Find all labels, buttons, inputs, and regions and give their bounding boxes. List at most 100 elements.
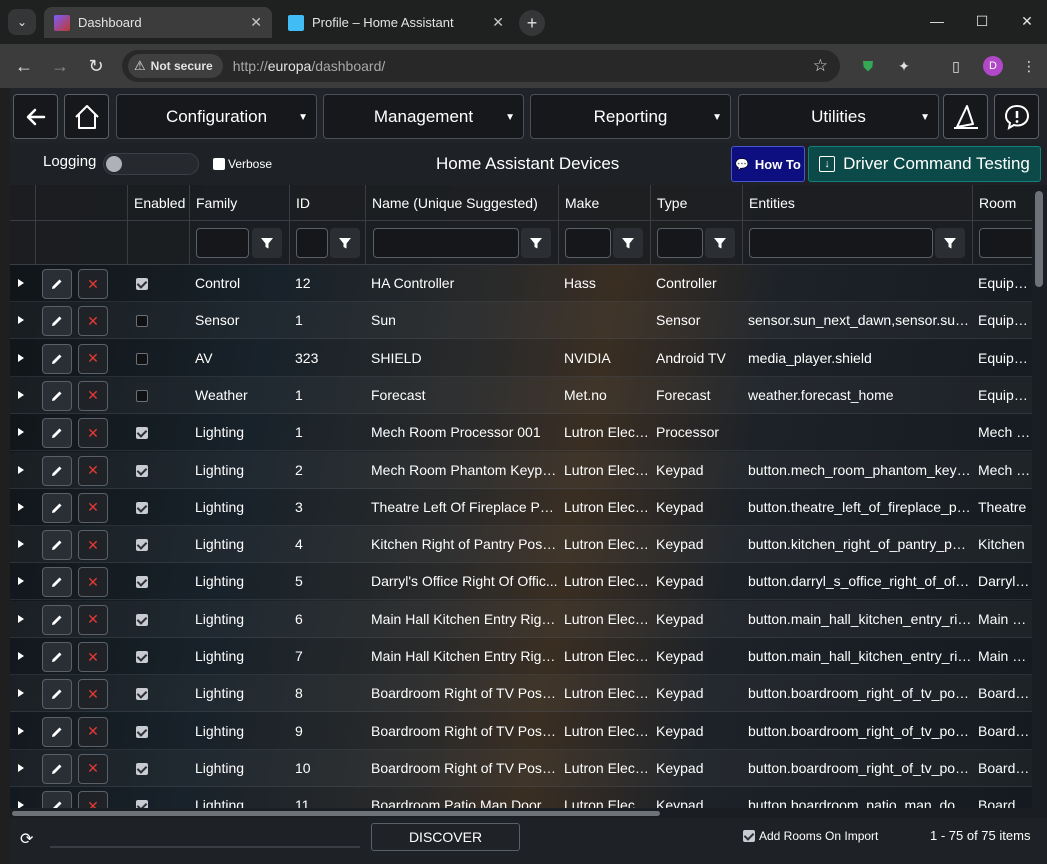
address-bar[interactable]: ⚠ Not secure http://europa/dashboard/ ☆ bbox=[122, 50, 840, 82]
delete-button[interactable]: ✕ bbox=[78, 492, 108, 523]
filter-icon[interactable] bbox=[521, 228, 551, 258]
delete-button[interactable]: ✕ bbox=[78, 455, 108, 486]
expand-row-icon[interactable] bbox=[18, 428, 24, 437]
edit-button[interactable] bbox=[42, 567, 72, 598]
back-button[interactable] bbox=[13, 94, 58, 139]
enabled-checkbox[interactable] bbox=[136, 464, 148, 477]
col-header-enabled[interactable]: Enabled bbox=[127, 185, 189, 221]
expand-row-icon[interactable] bbox=[18, 652, 24, 660]
expand-row-icon[interactable] bbox=[18, 689, 24, 698]
delete-button[interactable]: ✕ bbox=[78, 306, 108, 337]
enabled-checkbox[interactable] bbox=[136, 427, 148, 440]
delete-button[interactable]: ✕ bbox=[78, 567, 108, 598]
enabled-checkbox[interactable] bbox=[136, 278, 148, 290]
expand-row-icon[interactable] bbox=[18, 502, 24, 511]
reporting-menu[interactable]: Reporting ▼ bbox=[530, 94, 731, 139]
edit-button[interactable] bbox=[42, 716, 72, 747]
scrollbar-thumb[interactable] bbox=[12, 811, 660, 816]
edit-button[interactable] bbox=[42, 642, 72, 672]
discover-button[interactable]: DISCOVER bbox=[371, 823, 520, 851]
browser-menu-icon[interactable]: ⋮ bbox=[1019, 56, 1039, 76]
verbose-checkbox[interactable] bbox=[213, 158, 225, 170]
table-row[interactable]: ✕ Lighting 1 Mech Room Processor 001 Lutron … bbox=[10, 414, 1032, 452]
filter-icon[interactable] bbox=[613, 228, 643, 258]
edit-button[interactable] bbox=[42, 604, 72, 635]
delete-button[interactable]: ✕ bbox=[78, 791, 108, 808]
shield-extension-icon[interactable]: ⛊ bbox=[858, 56, 878, 76]
expand-row-icon[interactable] bbox=[18, 316, 24, 325]
enabled-checkbox[interactable] bbox=[136, 315, 148, 328]
edit-button[interactable] bbox=[42, 269, 72, 299]
make-filter-input[interactable] bbox=[565, 228, 611, 258]
expand-row-icon[interactable] bbox=[18, 279, 24, 287]
enabled-checkbox[interactable] bbox=[136, 725, 148, 738]
tab-profile[interactable]: Profile – Home Assistant ✕ bbox=[278, 7, 514, 38]
filter-icon[interactable] bbox=[705, 228, 735, 258]
tab-dashboard[interactable]: Dashboard ✕ bbox=[44, 7, 272, 38]
enabled-checkbox[interactable] bbox=[136, 688, 148, 701]
expand-row-icon[interactable] bbox=[18, 390, 24, 399]
side-panel-icon[interactable]: ▯ bbox=[946, 56, 966, 76]
delete-button[interactable]: ✕ bbox=[78, 679, 108, 710]
table-row[interactable]: ✕ Lighting 11 Boardroom Patio Man Door... Lu… bbox=[10, 787, 1032, 808]
table-row[interactable]: ✕ Lighting 5 Darryl's Office Right Of Offic… bbox=[10, 563, 1032, 601]
expand-row-icon[interactable] bbox=[18, 763, 24, 772]
name-filter-input[interactable] bbox=[373, 228, 519, 258]
configuration-menu[interactable]: Configuration ▼ bbox=[116, 94, 317, 139]
scrollbar-thumb[interactable] bbox=[1035, 191, 1043, 287]
col-header-make[interactable]: Make bbox=[558, 185, 650, 221]
delete-button[interactable]: ✕ bbox=[78, 604, 108, 635]
profile-avatar[interactable]: D bbox=[983, 56, 1003, 76]
enabled-checkbox[interactable] bbox=[136, 800, 148, 808]
delete-button[interactable]: ✕ bbox=[78, 418, 108, 449]
edit-button[interactable] bbox=[42, 418, 72, 449]
col-header-room[interactable]: Room bbox=[972, 185, 1032, 221]
table-row[interactable]: ✕ Lighting 7 Main Hall Kitchen Entry Right.… bbox=[10, 638, 1032, 675]
table-row[interactable]: ✕ Lighting 4 Kitchen Right of Pantry Positi… bbox=[10, 526, 1032, 564]
expand-row-icon[interactable] bbox=[18, 577, 24, 586]
edit-button[interactable] bbox=[42, 343, 72, 374]
edit-button[interactable] bbox=[42, 791, 72, 808]
delete-button[interactable]: ✕ bbox=[78, 642, 108, 672]
entities-filter-input[interactable] bbox=[749, 228, 933, 258]
table-row[interactable]: ✕ Lighting 8 Boardroom Right of TV Positi..… bbox=[10, 675, 1032, 713]
enabled-checkbox[interactable] bbox=[136, 762, 148, 775]
close-icon[interactable]: ✕ bbox=[492, 14, 504, 31]
table-row[interactable]: ✕ Control 12 HA Controller Hass Controller Equ… bbox=[10, 265, 1032, 302]
table-row[interactable]: ✕ Lighting 2 Mech Room Phantom Keypa... Lutr… bbox=[10, 452, 1032, 489]
delete-button[interactable]: ✕ bbox=[78, 343, 108, 374]
table-row[interactable]: ✕ AV 323 SHIELD NVIDIA Android TV media_player… bbox=[10, 340, 1032, 377]
expand-row-icon[interactable] bbox=[18, 801, 24, 808]
management-menu[interactable]: Management ▼ bbox=[323, 94, 524, 139]
edit-button[interactable] bbox=[42, 306, 72, 337]
refresh-icon[interactable]: ⟳ bbox=[20, 829, 33, 849]
home-button[interactable] bbox=[64, 94, 109, 139]
filter-icon[interactable] bbox=[330, 228, 360, 258]
edit-button[interactable] bbox=[42, 380, 72, 411]
back-arrow-icon[interactable]: ← bbox=[10, 52, 38, 80]
how-to-button[interactable]: 💬 How To bbox=[731, 146, 805, 182]
new-tab-button[interactable]: + bbox=[519, 10, 545, 36]
enabled-checkbox[interactable] bbox=[136, 352, 148, 365]
edit-button[interactable] bbox=[42, 753, 72, 784]
security-chip[interactable]: ⚠ Not secure bbox=[128, 54, 223, 78]
table-row[interactable]: ✕ Lighting 3 Theatre Left Of Fireplace Posi… bbox=[10, 489, 1032, 526]
enabled-checkbox[interactable] bbox=[136, 613, 148, 626]
bookmark-star-icon[interactable]: ☆ bbox=[813, 56, 828, 76]
enabled-checkbox[interactable] bbox=[136, 389, 148, 402]
col-header-id[interactable]: ID bbox=[289, 185, 365, 221]
room-filter-input[interactable] bbox=[979, 228, 1032, 258]
family-filter-input[interactable] bbox=[196, 228, 249, 258]
filter-icon[interactable] bbox=[252, 228, 282, 258]
enabled-checkbox[interactable] bbox=[136, 651, 148, 663]
maximize-icon[interactable]: ☐ bbox=[970, 10, 994, 32]
enabled-checkbox[interactable] bbox=[136, 539, 148, 552]
table-row[interactable]: ✕ Lighting 9 Boardroom Right of TV Positi..… bbox=[10, 713, 1032, 750]
edit-button[interactable] bbox=[42, 455, 72, 486]
edit-button[interactable] bbox=[42, 530, 72, 561]
utilities-menu[interactable]: Utilities ▼ bbox=[738, 94, 939, 139]
driver-command-testing-button[interactable]: ↓ Driver Command Testing bbox=[808, 146, 1041, 182]
table-row[interactable]: ✕ Lighting 10 Boardroom Right of TV Positi.… bbox=[10, 750, 1032, 787]
close-icon[interactable]: ✕ bbox=[250, 14, 262, 31]
edit-button[interactable] bbox=[42, 679, 72, 710]
